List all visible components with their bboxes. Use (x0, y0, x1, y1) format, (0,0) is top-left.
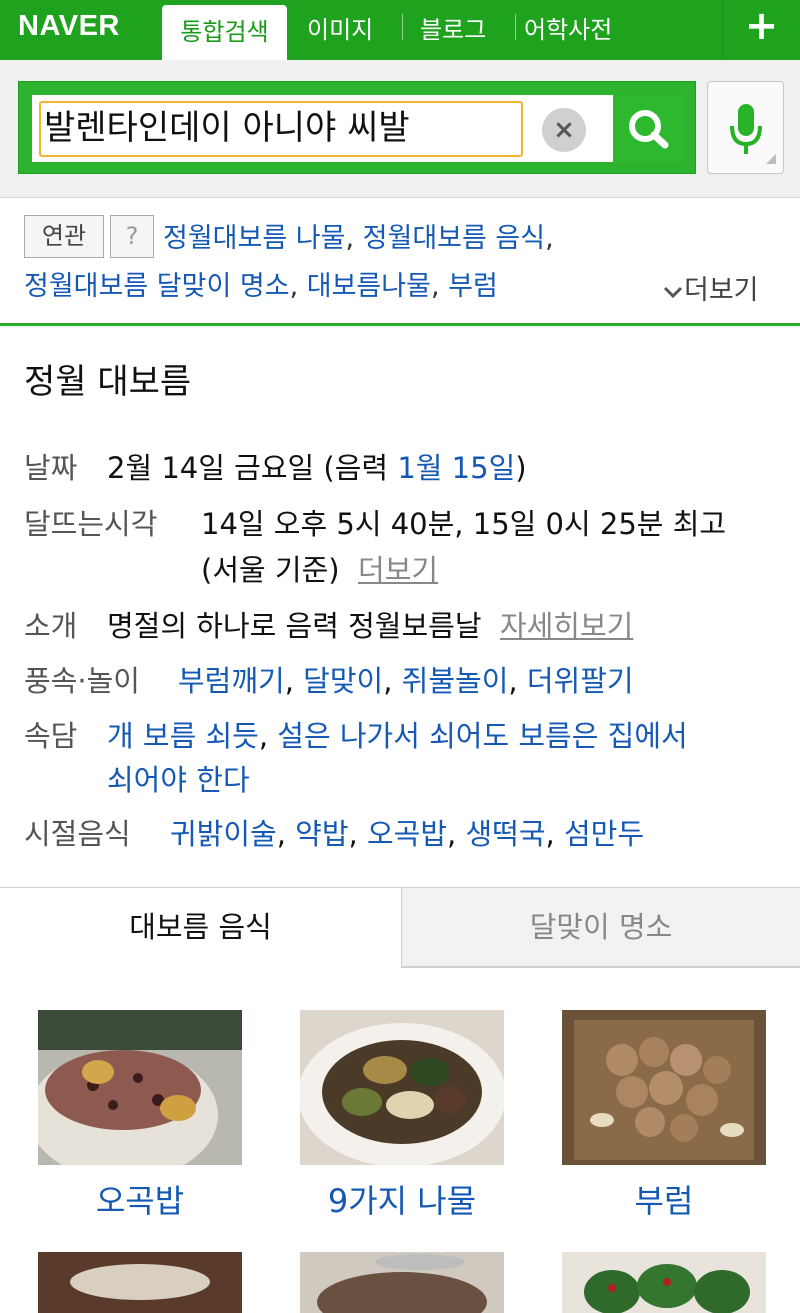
related-link[interactable]: 부럼 (448, 271, 498, 302)
moonrise-label: 달뜨는시각 (24, 507, 158, 541)
voice-search-button[interactable] (707, 81, 784, 174)
more-button[interactable]: 더보기 (662, 268, 759, 307)
naver-logo[interactable]: NAVER (18, 10, 120, 43)
moonrise-note: (서울 기준) (201, 553, 340, 587)
food-link[interactable]: 섬만두 (564, 817, 644, 851)
bureom-image[interactable] (562, 1010, 766, 1165)
moonrise-value-2: (서울 기준) 더보기 (201, 547, 438, 589)
proverb-link[interactable]: 개 보름 쇠듯 (107, 719, 259, 753)
search-box: 발렌타인데이 아니야 씨발 × (18, 81, 696, 174)
tab-daeboreum-food[interactable]: 대보름 음식 (0, 888, 401, 968)
custom-link[interactable]: 더위팔기 (527, 664, 634, 698)
lunar-date-link[interactable]: 1월 15일 (397, 451, 515, 485)
tab-blog[interactable]: 블로그 (420, 10, 486, 45)
food-link[interactable]: 오곡밥 (367, 817, 447, 851)
intro-label: 소개 (24, 609, 78, 643)
food-photo-6 (562, 1252, 766, 1313)
food-link[interactable]: 귀밝이술 (170, 817, 277, 851)
food-caption[interactable]: 부럼 (562, 1176, 766, 1222)
food-photo-4 (38, 1252, 242, 1313)
ogokbap-image[interactable] (38, 1010, 242, 1165)
date-value: 2월 14일 금요일 (음력 1월 15일) (107, 445, 527, 487)
moonrise-value: 14일 오후 5시 40분, 15일 0시 25분 최고 (201, 507, 727, 541)
namul-image[interactable] (300, 1010, 504, 1165)
help-button[interactable]: ? (110, 215, 154, 258)
tab-integrated-search[interactable]: 통합검색 (162, 5, 287, 60)
custom-link[interactable]: 부럼깨기 (178, 664, 285, 698)
nav-divider (402, 14, 403, 40)
magnifier-icon (629, 110, 669, 149)
related-line-2: 정월대보름 달맞이 명소, 대보름나물, 부럼 (24, 271, 498, 302)
search-input[interactable]: 발렌타인데이 아니야 씨발 (39, 101, 523, 157)
intro-value: 명절의 하나로 음력 정월보름날 자세히보기 (107, 603, 633, 645)
proverb-value: 개 보름 쇠듯, 설은 나가서 쇠어도 보름은 집에서 (107, 719, 688, 753)
customs-label: 풍속·놀이 (24, 664, 140, 698)
search-input-wrapper: 발렌타인데이 아니야 씨발 × (32, 95, 613, 162)
custom-link[interactable]: 달맞이 (303, 664, 383, 698)
seasonal-food-label: 시절음식 (24, 817, 131, 851)
food-caption[interactable]: 9가지 나물 (300, 1176, 504, 1222)
proverb-label: 속담 (24, 719, 78, 753)
nav-divider (515, 14, 516, 40)
top-nav: NAVER 통합검색 이미지 블로그 어학사전 + (0, 0, 800, 60)
date-text: 2월 14일 금요일 (음력 (107, 451, 398, 485)
food-image-6[interactable] (562, 1252, 766, 1313)
clear-search-button[interactable]: × (542, 108, 586, 152)
related-line-1: 정월대보름 나물, 정월대보름 음식, (163, 223, 554, 254)
tab-image[interactable]: 이미지 (307, 10, 373, 45)
food-link[interactable]: 생떡국 (465, 817, 545, 851)
chevron-down-icon (663, 286, 683, 298)
search-area: 발렌타인데이 아니야 씨발 × (0, 60, 800, 198)
date-paren: ) (515, 451, 527, 485)
food-link[interactable]: 약밥 (295, 817, 348, 851)
related-link[interactable]: 정월대보름 나물 (163, 223, 345, 254)
ogokbap-photo (38, 1010, 242, 1165)
related-link[interactable]: 정월대보름 달맞이 명소 (24, 271, 290, 302)
moonrise-more-link[interactable]: 더보기 (358, 553, 438, 587)
related-link[interactable]: 대보름나물 (307, 271, 431, 302)
search-button[interactable] (613, 95, 683, 162)
customs-value: 부럼깨기, 달맞이, 쥐불놀이, 더위팔기 (178, 664, 634, 698)
food-image-5[interactable] (300, 1252, 504, 1313)
more-label: 더보기 (684, 275, 759, 306)
intro-text: 명절의 하나로 음력 정월보름날 (107, 609, 482, 643)
bureom-photo (562, 1010, 766, 1165)
add-tab-button[interactable]: + (722, 0, 800, 60)
proverb-link-cont[interactable]: 쇠어야 한다 (107, 763, 250, 797)
related-label: 연관 (24, 215, 104, 258)
seasonal-food-value: 귀밝이술, 약밥, 오곡밥, 생떡국, 섬만두 (170, 817, 644, 851)
namul-photo (300, 1010, 504, 1165)
food-caption[interactable]: 오곡밥 (38, 1176, 242, 1222)
content-tabs: 대보름 음식 달맞이 명소 (0, 887, 800, 968)
food-photo-5 (300, 1252, 504, 1313)
proverb-value-2: 쇠어야 한다 (107, 757, 250, 799)
custom-link[interactable]: 쥐불놀이 (402, 664, 509, 698)
proverb-link[interactable]: 설은 나가서 쇠어도 보름은 집에서 (277, 719, 687, 753)
tab-dictionary[interactable]: 어학사전 (524, 10, 612, 45)
food-image-4[interactable] (38, 1252, 242, 1313)
tab-moon-viewing-spots[interactable]: 달맞이 명소 (401, 888, 800, 968)
related-link[interactable]: 정월대보름 음식 (363, 223, 545, 254)
date-label: 날짜 (24, 451, 78, 485)
info-title: 정월 대보름 (24, 362, 192, 402)
microphone-icon (730, 104, 776, 164)
intro-more-link[interactable]: 자세히보기 (500, 609, 633, 643)
